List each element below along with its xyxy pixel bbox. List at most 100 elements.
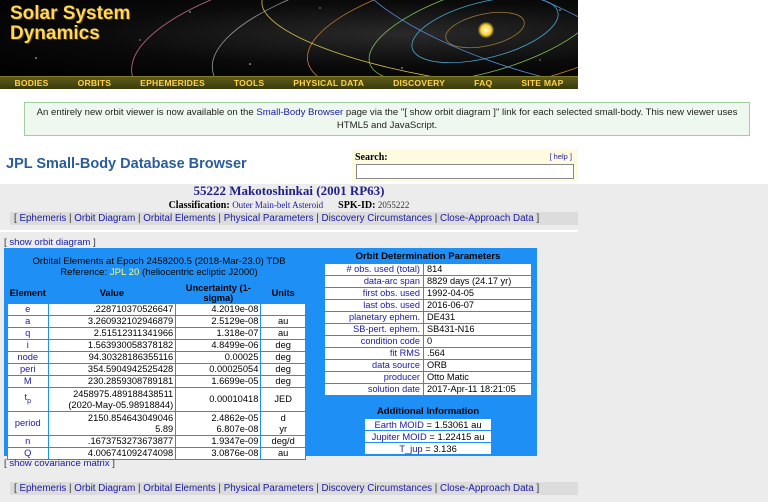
element-value: 2458975.489188438511 (2020-May-05.9891884… xyxy=(47,387,177,412)
param-value: SB431-N16 xyxy=(423,323,532,336)
param-value: 1992-04-05 xyxy=(423,287,532,300)
link-orbital-elements[interactable]: Orbital Elements xyxy=(143,483,215,494)
element-name[interactable]: period xyxy=(7,411,49,436)
param-value: .564 xyxy=(423,347,532,360)
table-row: fit RMS .564 xyxy=(324,347,532,360)
element-name[interactable]: n xyxy=(7,435,49,448)
spk-label: SPK-ID: xyxy=(338,200,376,211)
element-uncertainty: 2.4862e-05 6.807e-08 xyxy=(175,411,262,436)
top-nav: BODIES ORBITS EPHEMERIDES TOOLS PHYSICAL… xyxy=(0,76,578,89)
element-unit: au xyxy=(260,315,306,328)
tp-date-value: (2020-May-05.98918844) xyxy=(68,399,174,410)
element-value: .228710370526647 xyxy=(47,303,177,316)
nav-physical-data[interactable]: PHYSICAL DATA xyxy=(293,78,364,88)
param-label[interactable]: data source xyxy=(324,359,424,372)
notice-text-before: An entirely new orbit viewer is now avai… xyxy=(36,107,257,118)
header-value: Value xyxy=(47,282,177,304)
nav-orbits[interactable]: ORBITS xyxy=(78,78,112,88)
element-uncertainty: 4.8499e-06 xyxy=(175,339,262,352)
param-label[interactable]: # obs. used (total) xyxy=(324,263,424,276)
link-orbit-diagram[interactable]: Orbit Diagram xyxy=(74,213,135,224)
info-label[interactable]: T_jup xyxy=(399,443,422,454)
link-close-approach-data[interactable]: Close-Approach Data xyxy=(440,213,534,224)
table-row: Earth MOID = 1.53061 au xyxy=(364,418,492,431)
param-label[interactable]: solution date xyxy=(324,383,424,396)
site-title-line1: Solar System xyxy=(10,3,131,24)
period-years-uncertainty: 6.807e-08 xyxy=(216,423,259,434)
param-label[interactable]: producer xyxy=(324,371,424,384)
element-name[interactable]: i xyxy=(7,339,49,352)
element-name[interactable]: peri xyxy=(7,363,49,376)
help-link[interactable]: [ help ] xyxy=(549,152,572,161)
orbit-determination-table: # obs. used (total) 814 data-arc span 8829… xyxy=(324,263,532,396)
element-name[interactable]: M xyxy=(7,375,49,388)
link-orbit-diagram[interactable]: Orbit Diagram xyxy=(74,483,135,494)
element-value: 94.30328186355116 xyxy=(47,351,177,364)
orbit-determination-caption: Orbit Determination Parameters xyxy=(355,251,501,262)
additional-info-table: Earth MOID = 1.53061 au Jupiter MOID = 1… xyxy=(364,418,492,455)
link-discovery-circumstances[interactable]: Discovery Circumstances xyxy=(322,213,433,224)
element-name[interactable]: node xyxy=(7,351,49,364)
table-row: node 94.30328186355116 0.00025 deg xyxy=(7,351,306,364)
param-value: 0 xyxy=(423,335,532,348)
table-row: first obs. used 1992-04-05 xyxy=(324,287,532,300)
info-label[interactable]: Earth MOID xyxy=(374,419,424,430)
reference-solution-link[interactable]: JPL 20 xyxy=(110,267,140,278)
nav-site-map[interactable]: SITE MAP xyxy=(521,78,563,88)
nav-ephemerides[interactable]: EPHEMERIDES xyxy=(140,78,205,88)
link-ephemeris[interactable]: Ephemeris xyxy=(19,483,66,494)
nav-discovery[interactable]: DISCOVERY xyxy=(393,78,445,88)
orbital-elements-caption: Orbital Elements at Epoch 2458200.5 (201… xyxy=(9,256,309,278)
table-row: producer Otto Matic xyxy=(324,371,532,384)
moid-earth: Earth MOID = 1.53061 au xyxy=(364,418,492,431)
moid-jupiter: Jupiter MOID = 1.22415 au xyxy=(364,430,492,443)
param-label[interactable]: fit RMS xyxy=(324,347,424,360)
link-ephemeris[interactable]: Ephemeris xyxy=(19,213,66,224)
search-panel: Search: [ help ] xyxy=(352,149,578,182)
element-name[interactable]: q xyxy=(7,327,49,340)
element-unit: deg xyxy=(260,351,306,364)
table-row: last obs. used 2016-06-07 xyxy=(324,299,532,312)
separator: | xyxy=(432,213,441,224)
small-body-browser-link[interactable]: Small-Body Browser xyxy=(256,107,343,118)
element-unit: deg/d xyxy=(260,435,306,448)
orbital-elements-table: Element Value Uncertainty (1-sigma) Unit… xyxy=(7,282,306,460)
element-name[interactable]: a xyxy=(7,315,49,328)
section-nav-top: [ Ephemeris | Orbit Diagram | Orbital El… xyxy=(10,212,578,225)
element-uncertainty: 1.318e-07 xyxy=(175,327,262,340)
classification-value[interactable]: Outer Main-belt Asteroid xyxy=(232,200,323,210)
nav-bodies[interactable]: BODIES xyxy=(14,78,48,88)
nav-faq[interactable]: FAQ xyxy=(474,78,492,88)
table-row: planetary ephem. DE431 xyxy=(324,311,532,324)
info-value: = 1.22415 au xyxy=(426,431,485,442)
header-uncertainty: Uncertainty (1-sigma) xyxy=(175,282,262,304)
bracket-close: ] xyxy=(533,483,540,494)
element-name-tp[interactable]: tp xyxy=(7,387,49,412)
link-physical-parameters[interactable]: Physical Parameters xyxy=(224,213,314,224)
show-orbit-diagram-link[interactable]: show orbit diagram xyxy=(9,237,90,248)
link-discovery-circumstances[interactable]: Discovery Circumstances xyxy=(322,483,433,494)
element-unit: d yr xyxy=(260,411,306,436)
info-label[interactable]: Jupiter MOID xyxy=(372,431,427,442)
element-unit: deg xyxy=(260,363,306,376)
link-close-approach-data[interactable]: Close-Approach Data xyxy=(440,483,534,494)
table-row-period: period 2150.854643049046 5.89 2.4862e-05 6… xyxy=(7,411,306,436)
show-covariance-link[interactable]: show covariance matrix xyxy=(9,458,109,469)
period-years-unit: yr xyxy=(279,423,288,434)
table-row: SB-pert. ephem. SB431-N16 xyxy=(324,323,532,336)
element-value: 354.5904942525428 xyxy=(47,363,177,376)
nav-tools[interactable]: TOOLS xyxy=(234,78,264,88)
link-orbital-elements[interactable]: Orbital Elements xyxy=(143,213,215,224)
table-row: data-arc span 8829 days (24.17 yr) xyxy=(324,275,532,288)
link-physical-parameters[interactable]: Physical Parameters xyxy=(224,483,314,494)
param-label[interactable]: SB-pert. ephem. xyxy=(324,323,424,336)
reference-frame: (heliocentric ecliptic J2000) xyxy=(139,267,258,278)
site-title[interactable]: Solar System Dynamics xyxy=(10,4,130,44)
param-label[interactable]: planetary ephem. xyxy=(324,311,424,324)
param-label[interactable]: data-arc span xyxy=(324,275,424,288)
search-input[interactable] xyxy=(356,164,574,179)
param-label[interactable]: first obs. used xyxy=(324,287,424,300)
param-label[interactable]: condition code xyxy=(324,335,424,348)
param-label[interactable]: last obs. used xyxy=(324,299,424,312)
element-name[interactable]: e xyxy=(7,303,49,316)
